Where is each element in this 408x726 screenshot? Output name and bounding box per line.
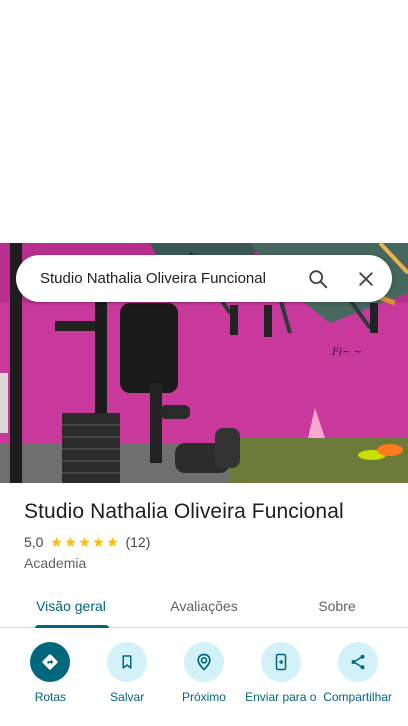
tab-about[interactable]: Sobre [266, 584, 408, 627]
star-icon: ★ [78, 534, 91, 550]
star-icon: ★ [64, 534, 77, 550]
tab-bar: Visão geral Avaliações Sobre [0, 584, 408, 628]
star-icon: ★ [106, 534, 119, 550]
nearby-button[interactable]: Próximo [168, 642, 240, 726]
star-rating: ★ ★ ★ ★ ★ [49, 535, 119, 549]
tab-overview[interactable]: Visão geral [0, 584, 142, 628]
share-button[interactable]: Compartilhar [322, 642, 394, 726]
search-bar[interactable]: Studio Nathalia Oliveira Funcional [16, 255, 392, 302]
bookmark-icon [122, 655, 132, 669]
send-to-phone-label: Enviar para o [245, 690, 317, 704]
send-to-phone-icon [275, 653, 287, 671]
rating-row[interactable]: 5,0 ★ ★ ★ ★ ★ (12) [24, 534, 394, 550]
directions-icon [42, 654, 58, 670]
place-category: Academia [24, 555, 87, 571]
directions-button[interactable]: Rotas [14, 642, 86, 726]
share-button-circle [337, 642, 378, 682]
nearby-button-circle [183, 642, 224, 682]
share-icon [351, 654, 365, 670]
svg-text:Fi~ ~: Fi~ ~ [331, 347, 362, 358]
place-info: Studio Nathalia Oliveira Funcional 5,0 ★… [24, 500, 394, 571]
send-to-phone-button-circle [260, 642, 301, 682]
save-button-circle [107, 642, 148, 682]
save-button[interactable]: Salvar [91, 642, 163, 726]
nearby-label: Próximo [181, 690, 226, 704]
save-label: Salvar [110, 690, 145, 704]
directions-label: Rotas [34, 690, 67, 704]
search-query[interactable]: Studio Nathalia Oliveira Funcional [40, 270, 298, 287]
place-title: Studio Nathalia Oliveira Funcional [24, 500, 344, 523]
star-icon: ★ [50, 534, 63, 550]
close-icon [359, 271, 373, 286]
nearby-icon [197, 653, 211, 671]
send-to-phone-button[interactable]: Enviar para o [245, 642, 317, 726]
search-button[interactable] [298, 259, 338, 299]
rating-value: 5,0 [24, 534, 44, 550]
action-bar: Rotas Salvar Próximo Enviar para o Compa… [0, 642, 408, 726]
tab-reviews[interactable]: Avaliações [142, 584, 266, 627]
directions-button-circle [30, 642, 71, 682]
share-label: Compartilhar [323, 690, 392, 704]
review-count: (12) [125, 534, 151, 550]
search-icon [309, 269, 328, 288]
clear-search-button[interactable] [346, 259, 386, 299]
star-icon: ★ [92, 534, 105, 550]
place-details-page: Fi~ ~ Studio Nathalia Oliveira Funcional… [0, 0, 408, 726]
